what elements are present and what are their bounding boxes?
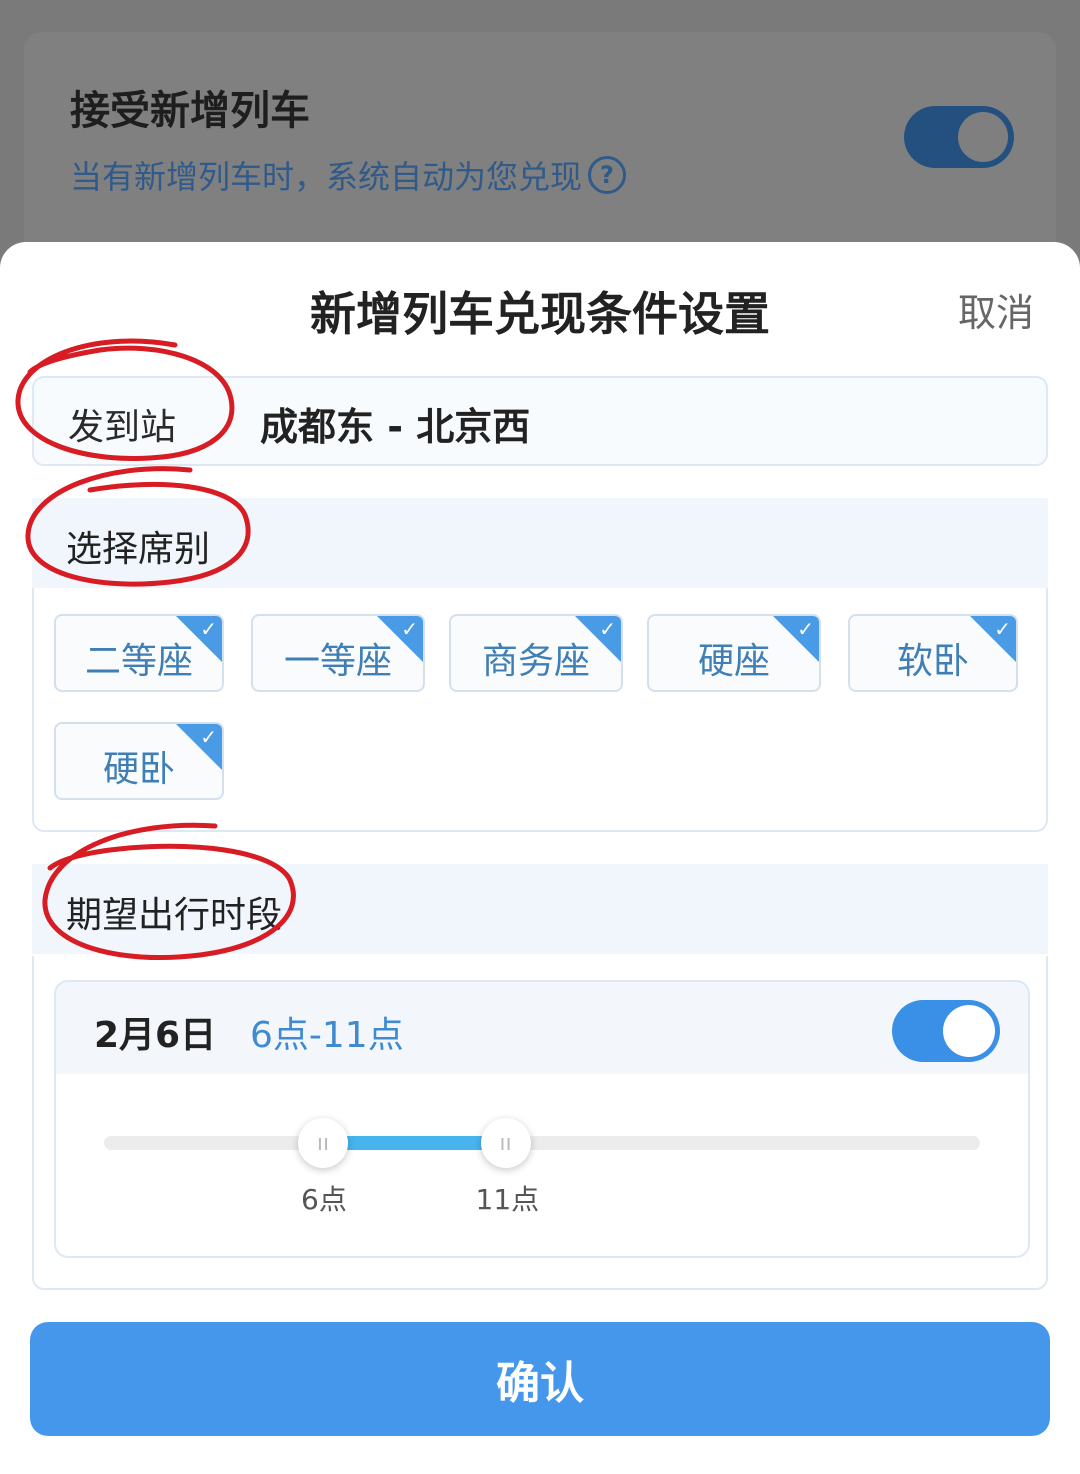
sheet-title: 新增列车兑现条件设置 (310, 287, 770, 341)
time-slider-track[interactable] (104, 1136, 980, 1150)
station-label: 发到站 (68, 407, 177, 448)
toggle-knob (958, 112, 1008, 162)
help-icon[interactable]: ? (588, 156, 627, 194)
toggle-knob (943, 1005, 995, 1057)
check-icon: ✓ (200, 617, 217, 641)
slider-end-handle[interactable]: ıı (480, 1118, 531, 1168)
background-title: 接受新增列车 (70, 88, 310, 134)
slider-start-handle[interactable]: ıı (298, 1118, 348, 1168)
seat-section-label: 选择席别 (66, 529, 211, 570)
seat-option-hard-seat[interactable]: 硬座 ✓ (647, 614, 821, 692)
seat-option-second-class[interactable]: 二等座 ✓ (54, 614, 224, 692)
slider-end-label: 11点 (475, 1183, 540, 1216)
condition-settings-sheet: 新增列车兑现条件设置 取消 发到站 成都东 - 北京西 选择席别 二等座 ✓ 一… (0, 242, 1080, 1474)
check-icon: ✓ (599, 617, 616, 641)
time-range-text: 6点-11点 (250, 1015, 404, 1056)
time-section-header: 期望出行时段 (32, 864, 1048, 954)
station-value: 成都东 - 北京西 (260, 405, 531, 449)
check-icon: ✓ (797, 617, 814, 641)
travel-date: 2月6日 (94, 1015, 217, 1056)
time-options-box: 2月6日 6点-11点 ıı ıı 6点 11点 (32, 956, 1048, 1290)
check-icon: ✓ (200, 725, 217, 749)
seat-section-header: 选择席别 (32, 498, 1048, 588)
cancel-button[interactable]: 取消 (958, 282, 1034, 337)
check-icon: ✓ (994, 617, 1011, 641)
check-icon: ✓ (401, 617, 418, 641)
confirm-button[interactable]: 确认 (30, 1322, 1050, 1436)
background-subtitle-text: 当有新增列车时，系统自动为您兑现 (70, 158, 583, 196)
slider-start-label: 6点 (301, 1183, 347, 1216)
time-section-label: 期望出行时段 (66, 895, 283, 936)
seat-option-hard-sleeper[interactable]: 硬卧 ✓ (54, 722, 224, 800)
date-row: 2月6日 6点-11点 (54, 980, 1030, 1076)
station-field[interactable]: 发到站 成都东 - 北京西 (32, 376, 1048, 466)
seat-option-first-class[interactable]: 一等座 ✓ (251, 614, 425, 692)
time-range-toggle[interactable] (892, 1000, 1000, 1062)
accept-new-trains-toggle[interactable] (904, 106, 1014, 168)
seat-option-business[interactable]: 商务座 ✓ (449, 614, 623, 692)
background-subtitle: 当有新增列车时，系统自动为您兑现 ? (70, 152, 627, 198)
seat-options-box: 二等座 ✓ 一等座 ✓ 商务座 ✓ 硬座 ✓ 软卧 ✓ 硬卧 ✓ (32, 588, 1048, 832)
time-slider-selected-range (323, 1136, 506, 1150)
time-slider-panel: ıı ıı 6点 11点 (54, 1074, 1030, 1258)
seat-option-soft-sleeper[interactable]: 软卧 ✓ (848, 614, 1018, 692)
